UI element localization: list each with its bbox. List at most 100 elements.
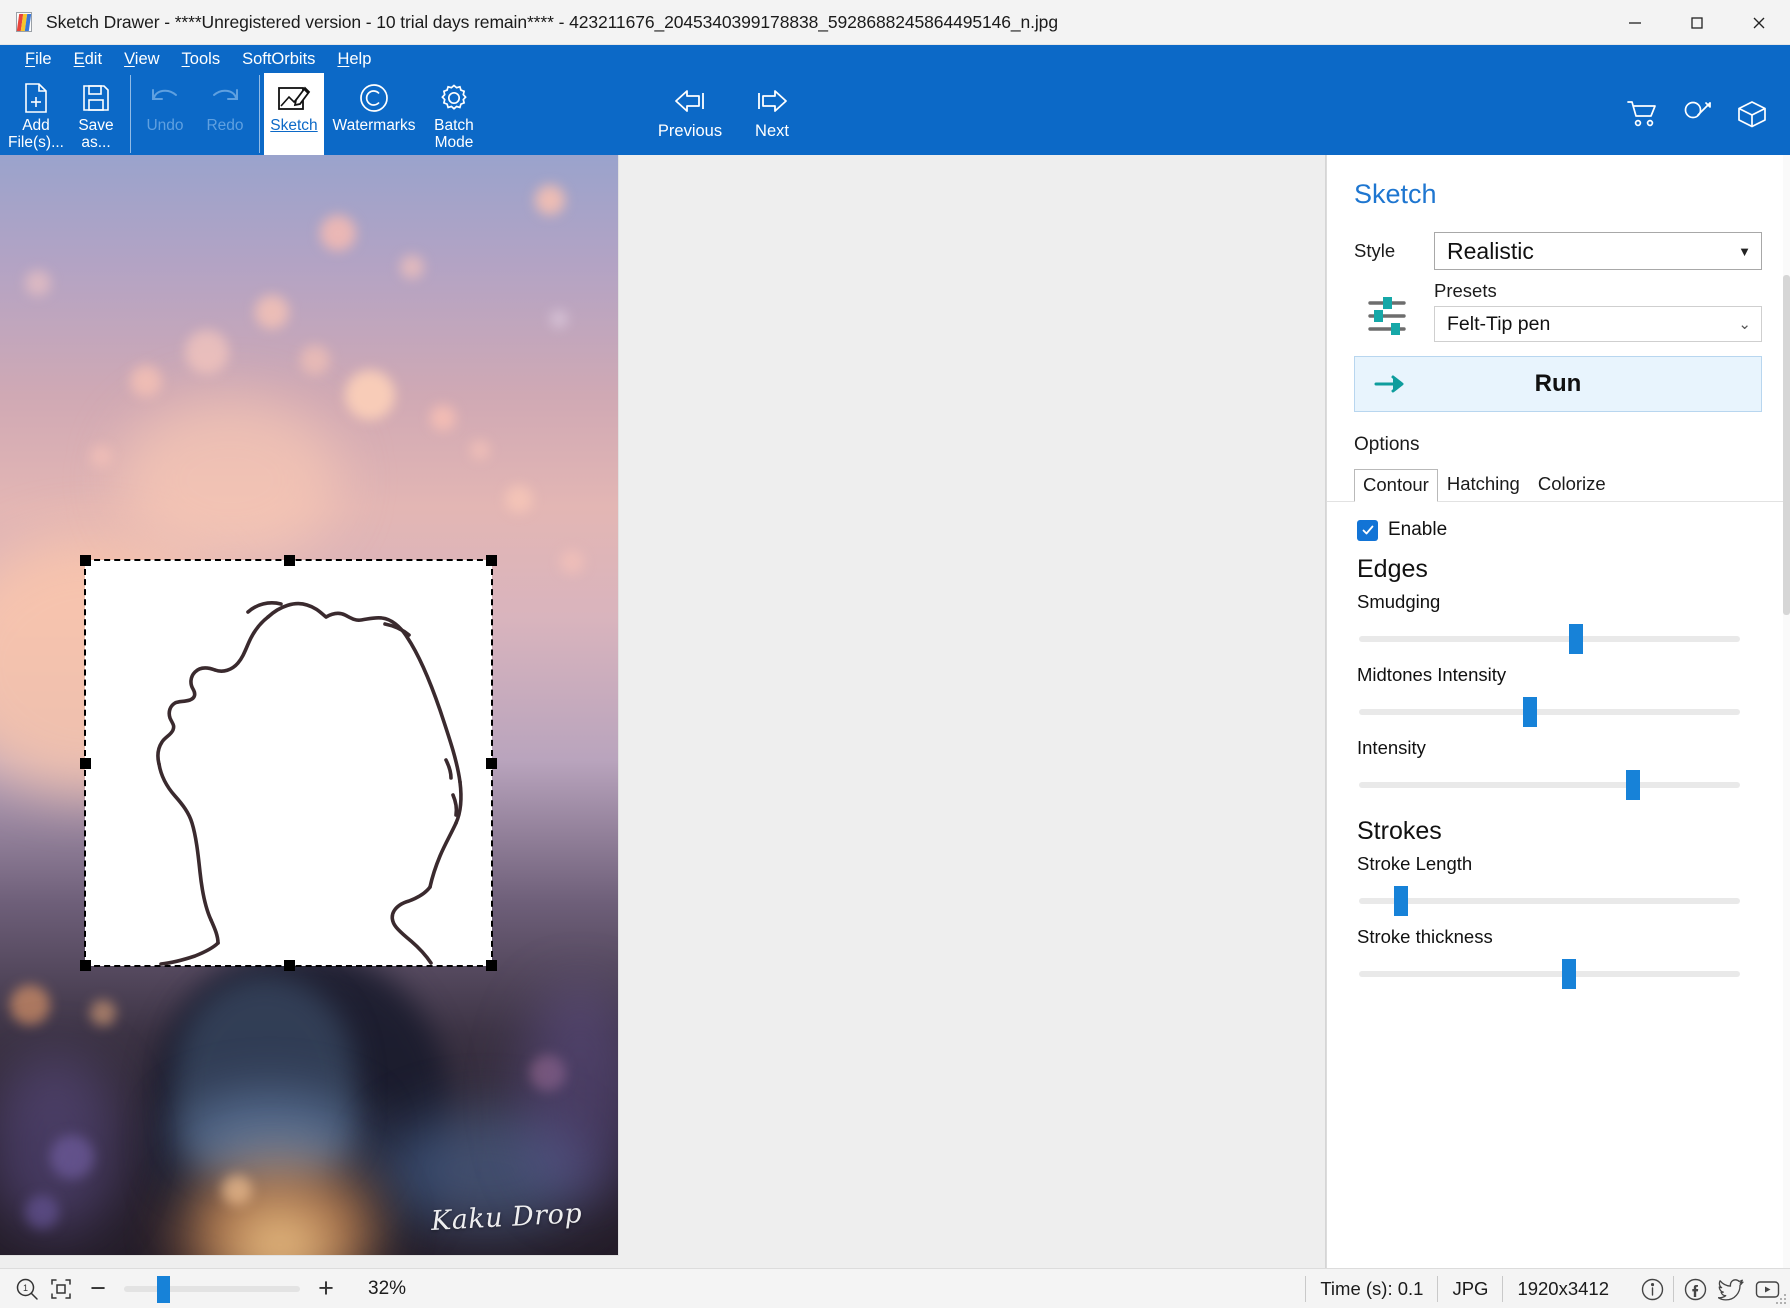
resize-handle-top-right[interactable] <box>486 555 497 566</box>
facebook-icon[interactable] <box>1680 1274 1710 1304</box>
slider-thumb[interactable] <box>1393 886 1408 916</box>
menu-file[interactable]: File <box>14 50 63 69</box>
watermarks-button[interactable]: Watermarks <box>324 73 424 155</box>
info-icon[interactable] <box>1637 1274 1667 1304</box>
style-value: Realistic <box>1447 237 1534 264</box>
slider-track <box>1359 782 1740 788</box>
minimize-button[interactable] <box>1604 0 1666 45</box>
previous-arrow-icon <box>670 79 710 123</box>
tab-contour[interactable]: Contour <box>1354 469 1438 502</box>
slider-track <box>1359 898 1740 904</box>
format-field: JPG <box>1437 1276 1502 1302</box>
enable-checkbox-row[interactable]: Enable <box>1357 502 1762 541</box>
workspace: Kaku Drop Sketch Style Realistic ▼ Prese… <box>0 155 1790 1268</box>
edges-section-heading: Edges <box>1357 555 1428 583</box>
slider-track <box>1359 971 1740 977</box>
panel-scrollbar[interactable] <box>1783 155 1790 1268</box>
previous-label: Previous <box>657 122 723 140</box>
next-label: Next <box>755 122 789 140</box>
resize-handle-bottom-right[interactable] <box>486 960 497 971</box>
resize-handle-top-left[interactable] <box>80 555 91 566</box>
zoom-out-button[interactable]: − <box>78 1272 118 1306</box>
next-arrow-icon <box>752 79 792 123</box>
sketch-selection-overlay[interactable] <box>80 555 497 971</box>
image-viewport[interactable]: Kaku Drop <box>0 155 1326 1268</box>
slider-thumb[interactable] <box>1569 624 1584 654</box>
presets-dropdown[interactable]: Felt-Tip pen ⌄ <box>1434 306 1762 342</box>
run-button[interactable]: Run <box>1354 356 1762 412</box>
zoom-slider-thumb[interactable] <box>157 1275 171 1303</box>
zoom-slider[interactable] <box>124 1272 300 1306</box>
menu-edit-label: dit <box>84 49 103 68</box>
midtones-intensity-slider[interactable] <box>1359 694 1740 730</box>
title-bar: Sketch Drawer - ****Unregistered version… <box>0 0 1790 45</box>
menu-view[interactable]: View <box>113 50 170 69</box>
batch-mode-label-line1: Batch <box>434 117 474 134</box>
undo-label: Undo <box>146 117 184 134</box>
enable-checkbox[interactable] <box>1357 519 1378 541</box>
close-button[interactable] <box>1728 0 1790 45</box>
status-bar: 1 − + 32% Time (s): 0.1 JPG 1920x3412 <box>0 1268 1790 1308</box>
next-button[interactable]: Next <box>731 73 813 155</box>
slider-thumb[interactable] <box>1626 770 1641 800</box>
add-files-button[interactable]: Add File(s)... <box>6 73 66 155</box>
batch-mode-button[interactable]: Batch Mode <box>424 73 484 155</box>
intensity-slider[interactable] <box>1359 767 1740 803</box>
stroke-length-label: Stroke Length <box>1357 853 1473 874</box>
resize-handle-bottom-center[interactable] <box>283 960 295 971</box>
menu-softorbits[interactable]: SoftOrbits <box>231 50 326 69</box>
face-profile-sketch <box>156 601 463 966</box>
resize-grip[interactable] <box>1775 1293 1787 1305</box>
panel-scrollbar-thumb[interactable] <box>1783 275 1790 615</box>
redo-label: Redo <box>206 117 244 134</box>
window-title: Sketch Drawer - ****Unregistered version… <box>46 11 1058 32</box>
zoom-actual-size-icon[interactable]: 1 <box>10 1272 44 1306</box>
panel-title: Sketch <box>1354 179 1437 209</box>
maximize-button[interactable] <box>1666 0 1728 45</box>
menu-edit[interactable]: Edit <box>63 50 113 69</box>
watermarks-label: Watermarks <box>332 117 416 134</box>
resize-handle-middle-left[interactable] <box>80 758 91 769</box>
zoom-in-button[interactable]: + <box>306 1272 346 1306</box>
sketch-button[interactable]: Sketch <box>264 73 324 155</box>
stroke-length-slider[interactable] <box>1359 883 1740 919</box>
previous-button[interactable]: Previous <box>649 73 731 155</box>
menu-tools-label: ools <box>189 49 221 68</box>
slider-thumb[interactable] <box>1523 697 1538 727</box>
chevron-down-icon: ▼ <box>1738 243 1751 259</box>
toolbar-separator-1 <box>130 75 131 153</box>
fit-to-window-icon[interactable] <box>44 1272 78 1306</box>
menu-help[interactable]: Help <box>326 50 382 69</box>
save-as-button[interactable]: Save as... <box>66 73 126 155</box>
resize-handle-bottom-left[interactable] <box>80 960 91 971</box>
cart-icon[interactable] <box>1626 99 1660 129</box>
zoom-slider-track <box>124 1285 300 1292</box>
redo-button[interactable]: Redo <box>195 73 255 155</box>
sketch-settings-panel: Sketch Style Realistic ▼ Presets Felt-Ti… <box>1326 155 1790 1268</box>
social-links <box>1623 1274 1790 1304</box>
menu-softorbits-label: SoftOrbits <box>242 49 316 68</box>
box-icon[interactable] <box>1736 99 1768 129</box>
undo-button[interactable]: Undo <box>135 73 195 155</box>
smudging-slider[interactable] <box>1359 621 1740 657</box>
tab-colorize[interactable]: Colorize <box>1529 468 1615 501</box>
main-toolbar: Add File(s)... Save as... Undo Redo Sket… <box>0 73 1790 155</box>
chevron-down-icon: ⌄ <box>1738 316 1751 333</box>
tab-hatching[interactable]: Hatching <box>1438 468 1529 501</box>
stroke-thickness-slider[interactable] <box>1359 956 1740 992</box>
add-file-icon <box>21 79 51 117</box>
slider-thumb[interactable] <box>1561 959 1576 989</box>
strokes-section-heading: Strokes <box>1357 817 1442 845</box>
key-icon[interactable] <box>1682 99 1714 129</box>
gear-icon <box>438 79 470 117</box>
style-dropdown[interactable]: Realistic ▼ <box>1434 232 1762 270</box>
presets-label: Presets <box>1434 280 1497 301</box>
menu-view-label: iew <box>134 49 160 68</box>
resize-handle-top-center[interactable] <box>283 555 295 566</box>
resize-handle-middle-right[interactable] <box>486 758 497 769</box>
batch-mode-label-line2: Mode <box>434 134 474 151</box>
application-window: Sketch Drawer - ****Unregistered version… <box>0 0 1790 1308</box>
twitter-icon[interactable] <box>1716 1274 1746 1304</box>
style-row: Style Realistic ▼ <box>1327 210 1790 270</box>
menu-tools[interactable]: Tools <box>171 50 232 69</box>
